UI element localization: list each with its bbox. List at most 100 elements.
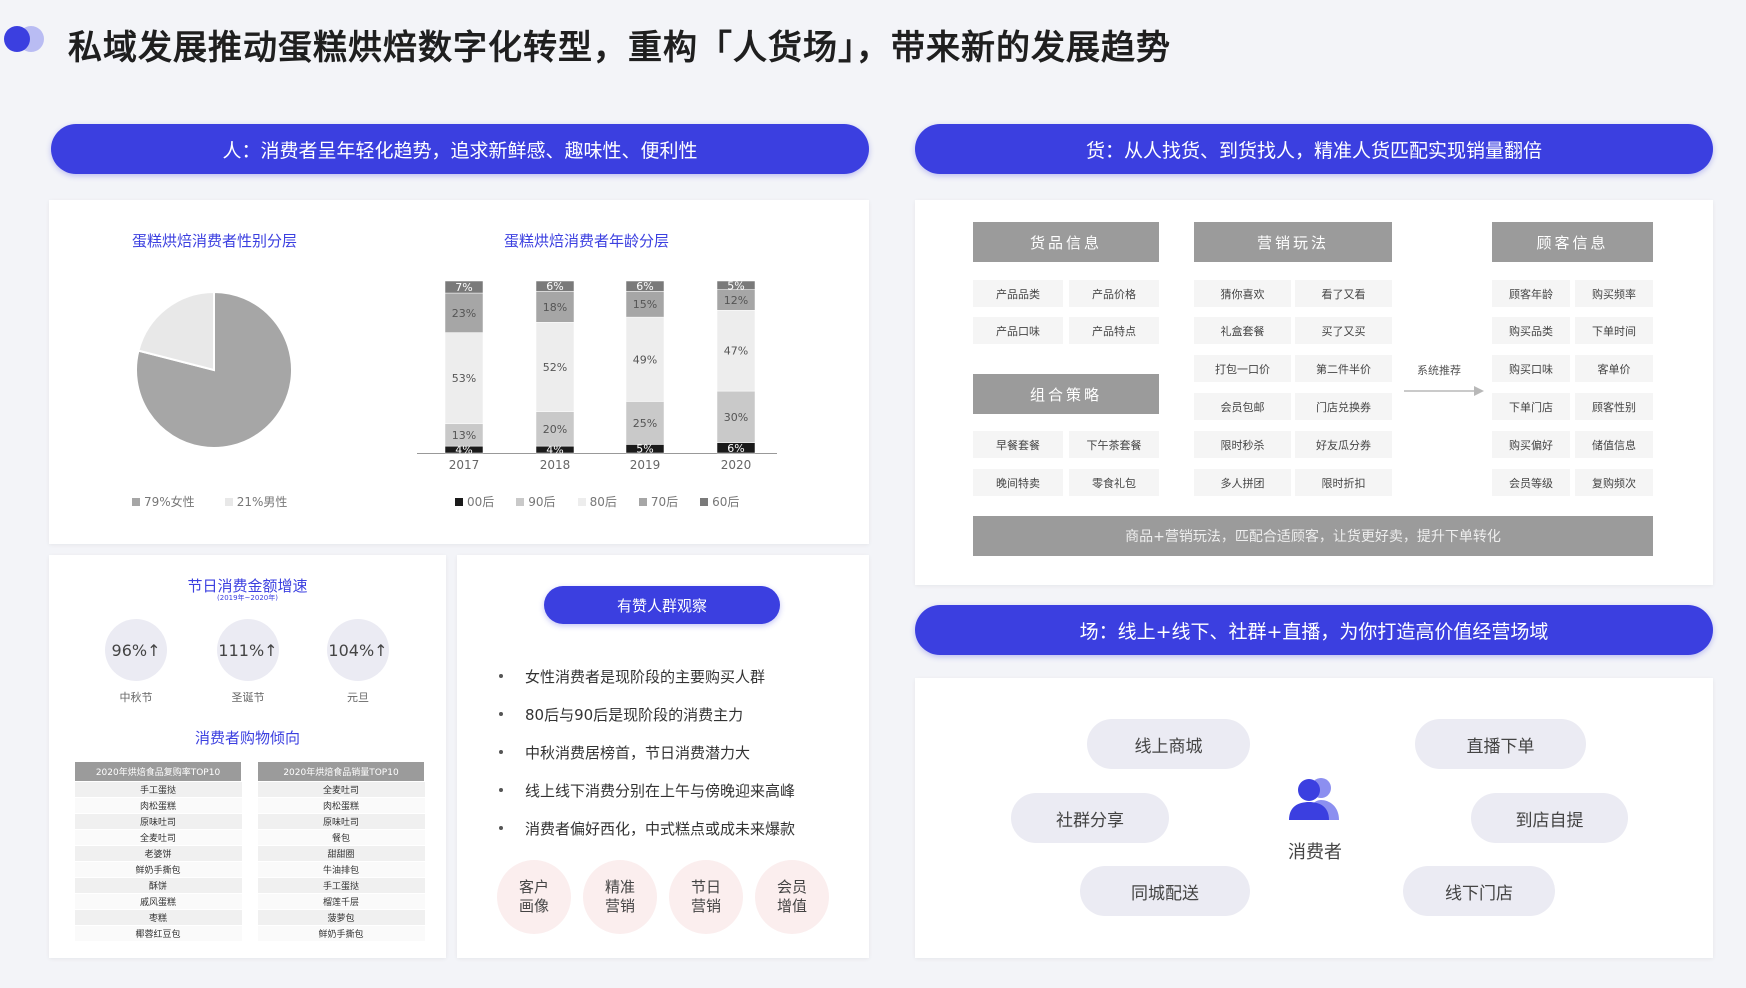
marketing-cell: 第二件半价 — [1295, 355, 1392, 382]
marketing-cell: 猜你喜欢 — [1194, 280, 1291, 307]
marketing-cell: 门店兑换券 — [1295, 393, 1392, 420]
bullet-text: 线上线下消费分别在上午与傍晚迎来高峰 — [525, 781, 796, 800]
customer-cell: 购买品类 — [1492, 317, 1570, 344]
table-row: 戚风蛋糕 — [74, 893, 242, 910]
repurchase-table: 2020年烘焙食品复购率TOP10 手工蛋挞 肉松蛋糕 原味吐司 全麦吐司 老婆饼 鲜奶手… — [74, 761, 242, 942]
combo-header: 组合策略 — [973, 374, 1159, 414]
observation-list: 女性消费者是现阶段的主要购买人群 80后与90后是现阶段的消费主力 中秋消费居榜… — [499, 657, 795, 847]
table-cell: 原味吐司 — [257, 813, 425, 830]
data-label: 49% — [633, 353, 657, 366]
product-info-cell: 产品口味 — [973, 317, 1063, 344]
legend-swatch — [455, 497, 463, 506]
marketing-cell: 限时秒杀 — [1194, 431, 1291, 458]
list-item: 消费者偏好西化，中式糕点或成未来爆款 — [499, 809, 795, 847]
scene-local-delivery: 同城配送 — [1080, 866, 1250, 916]
gender-pie-chart — [135, 290, 293, 449]
people-banner: 人：消费者呈年轻化趋势，追求新鲜感、趣味性、便利性 — [51, 124, 869, 174]
x-tick-label: 2017 — [449, 458, 480, 472]
holiday-stat-value: 104%↑ — [327, 619, 389, 681]
users-icon — [1289, 778, 1339, 820]
table-row: 肉松蛋糕 — [74, 797, 242, 814]
table-row: 餐包 — [257, 829, 425, 846]
table-cell: 椰蓉红豆包 — [74, 925, 242, 942]
tag-bubble: 节日 营销 — [669, 860, 743, 934]
holiday-subtitle: (2019年~2020年) — [217, 594, 278, 602]
table-row: 肉松蛋糕 — [257, 797, 425, 814]
product-info-cell: 产品价格 — [1069, 280, 1159, 307]
scene-offline-store: 线下门店 — [1403, 866, 1555, 916]
holiday-stat-2: 111%↑ 圣诞节 — [217, 619, 279, 705]
table-cell: 菠萝包 — [257, 909, 425, 926]
scene-store-pickup: 到店自提 — [1471, 793, 1628, 843]
holiday-stat-label: 中秋节 — [119, 691, 153, 704]
recommend-label: 系统推荐 — [1417, 364, 1461, 377]
place-banner: 场：线上+线下、社群+直播，为你打造高价值经营场域 — [915, 605, 1713, 655]
shopping-title: 消费者购物倾向 — [194, 729, 300, 747]
demographics-card: 蛋糕烘焙消费者性别分层 79%女性 21%男性 蛋糕烘焙消费者年龄分层 4% 13… — [49, 200, 869, 544]
bullet-text: 80后与90后是现阶段的消费主力 — [525, 705, 744, 724]
table-row: 榴莲千层 — [257, 893, 425, 910]
page-title: 私域发展推动蛋糕烘焙数字化转型，重构「人货场」，带来新的发展趋势 — [68, 28, 1171, 68]
table-header: 2020年烘焙食品销量TOP10 — [257, 761, 425, 782]
customer-cell: 会员等级 — [1492, 469, 1570, 496]
table-row: 全麦吐司 — [74, 829, 242, 846]
list-item: 中秋消费居榜首，节日消费潜力大 — [499, 733, 795, 771]
x-tick-label: 2020 — [721, 458, 752, 472]
marketing-cell: 多人拼团 — [1194, 469, 1291, 496]
legend-item: 80后 — [589, 495, 617, 509]
holiday-stat-value: 96%↑ — [105, 619, 167, 681]
customer-cell: 客单价 — [1575, 355, 1653, 382]
observation-card: 有赞人群观察 女性消费者是现阶段的主要购买人群 80后与90后是现阶段的消费主力… — [457, 555, 869, 958]
table-row: 菠萝包 — [257, 909, 425, 926]
bullet-dot — [499, 674, 503, 678]
marketing-cell: 看了又看 — [1295, 280, 1392, 307]
legend-swatch-female — [132, 497, 140, 506]
table-row: 原味吐司 — [74, 813, 242, 830]
gender-chart-title: 蛋糕烘焙消费者性别分层 — [132, 232, 298, 250]
title-decoration-dot — [4, 26, 30, 52]
table-cell: 手工蛋挞 — [257, 877, 425, 894]
customer-header: 顾客信息 — [1492, 222, 1653, 262]
data-label: 30% — [724, 411, 748, 424]
table-cell: 老婆饼 — [74, 845, 242, 862]
holiday-stat-3: 104%↑ 元旦 — [327, 619, 389, 705]
data-label: 25% — [633, 417, 657, 430]
legend-item: 00后 — [467, 495, 495, 509]
table-row: 老婆饼 — [74, 845, 242, 862]
combo-cell: 零食礼包 — [1069, 469, 1159, 496]
table-cell: 餐包 — [257, 829, 425, 846]
data-label: 20% — [543, 423, 567, 436]
legend-item: 60后 — [712, 495, 740, 509]
goods-banner: 货：从人找货、到货找人，精准人货匹配实现销量翻倍 — [915, 124, 1713, 174]
legend-female: 79%女性 — [144, 495, 195, 509]
place-card: 线上商城 直播下单 社群分享 到店自提 同城配送 线下门店 消费者 — [915, 678, 1713, 958]
tag-bubble: 客户 画像 — [497, 860, 571, 934]
table-cell: 手工蛋挞 — [74, 781, 242, 798]
marketing-header: 营销玩法 — [1194, 222, 1392, 262]
product-info-cell: 产品特点 — [1069, 317, 1159, 344]
x-tick-label: 2019 — [630, 458, 661, 472]
age-legend: 00后 90后 80后 70后 60后 — [455, 493, 739, 510]
table-cell: 原味吐司 — [74, 813, 242, 830]
scene-community-share: 社群分享 — [1011, 793, 1169, 843]
gender-legend: 79%女性 21%男性 — [132, 493, 287, 510]
data-label: 47% — [724, 345, 748, 358]
data-label: 18% — [543, 301, 567, 314]
data-label: 23% — [452, 307, 476, 320]
marketing-cell: 打包一口价 — [1194, 355, 1291, 382]
data-label: 53% — [452, 372, 476, 385]
goods-footer: 商品+营销玩法，匹配合适顾客，让货更好卖，提升下单转化 — [973, 516, 1653, 556]
bullet-dot — [499, 826, 503, 830]
table-cell: 酥饼 — [74, 877, 242, 894]
observation-tags: 客户 画像 精准 营销 节日 营销 会员 增值 — [497, 860, 829, 934]
customer-cell: 顾客年龄 — [1492, 280, 1570, 307]
bullet-dot — [499, 750, 503, 754]
observation-title: 有赞人群观察 — [544, 586, 780, 624]
holiday-shopping-card: 节日消费金额增速 (2019年~2020年) 96%↑ 中秋节 111%↑ 圣诞… — [49, 555, 446, 958]
list-item: 80后与90后是现阶段的消费主力 — [499, 695, 795, 733]
table-cell: 肉松蛋糕 — [74, 797, 242, 814]
bullet-dot — [499, 788, 503, 792]
table-cell: 枣糕 — [74, 909, 242, 926]
legend-item: 70后 — [650, 495, 679, 509]
customer-cell: 购买频率 — [1575, 280, 1653, 307]
